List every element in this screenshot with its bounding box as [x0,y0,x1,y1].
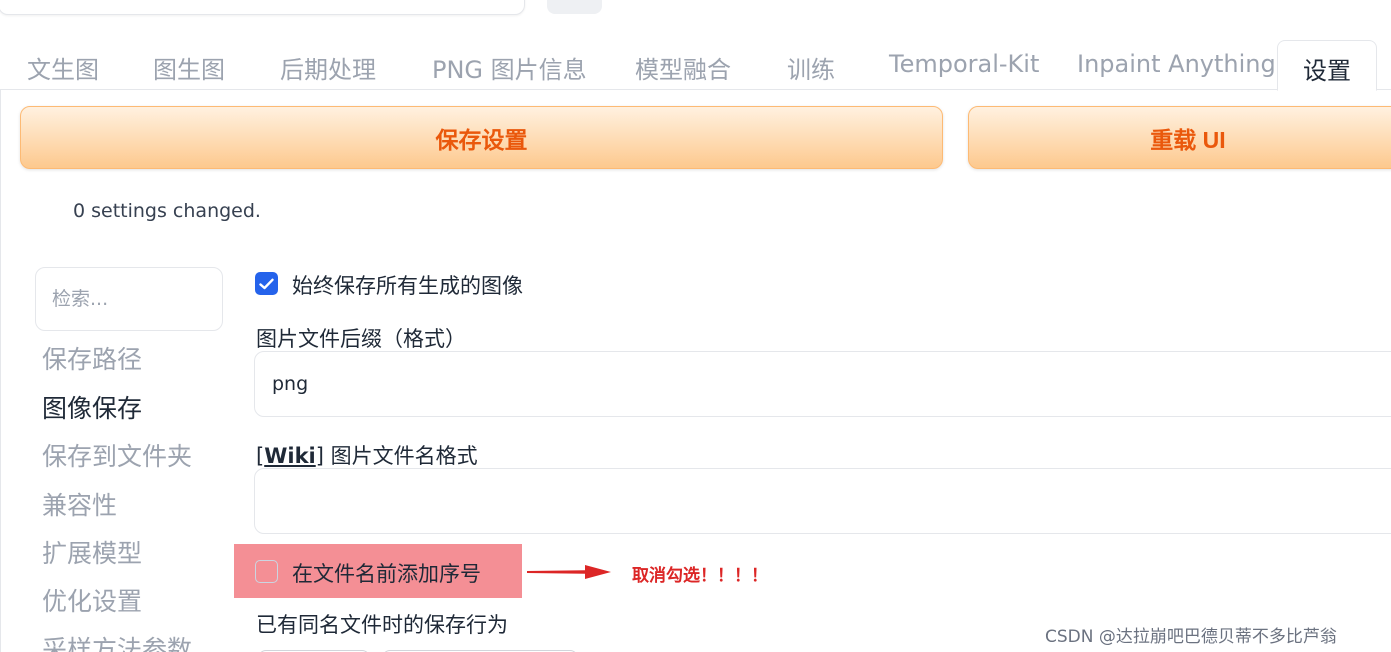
tab-settings[interactable]: 设置 [1277,40,1377,91]
sidebar-item-optimizations[interactable]: 优化设置 [42,582,142,618]
check-icon [259,278,274,289]
save-settings-button[interactable]: 保存设置 [20,106,943,169]
filename-pattern-label: [Wiki] 图片文件名格式 [256,440,478,470]
wiki-bracket-open: [ [256,444,265,468]
wiki-link[interactable]: Wiki [264,444,316,468]
tab-extras[interactable]: 后期处理 [280,50,376,85]
add-number-label: 在文件名前添加序号 [292,562,481,586]
save-all-images-label: 始终保存所有生成的图像 [292,274,523,298]
tab-inpaint-anything[interactable]: Inpaint Anything [1077,50,1276,78]
tab-png-info[interactable]: PNG 图片信息 [432,50,587,85]
wiki-bracket-close: ] [315,444,324,468]
reload-ui-button[interactable]: 重载 UI [968,106,1391,169]
sidebar-item-sampler-params[interactable]: 采样方法参数 [42,630,192,652]
sidebar-item-save-to-dirs[interactable]: 保存到文件夹 [42,437,192,473]
annotation-note: 取消勾选！！！！ [632,566,768,586]
sidebar-item-image-saving[interactable]: 图像保存 [42,389,142,425]
settings-search-input[interactable] [35,267,223,331]
arrow-icon [527,565,611,579]
add-number-checkbox[interactable] [255,560,278,583]
main-tab-bar: 文生图 图生图 后期处理 PNG 图片信息 模型融合 训练 Temporal-K… [0,40,1391,91]
tab-train[interactable]: 训练 [787,50,835,85]
tab-img2img[interactable]: 图生图 [153,50,225,85]
watermark-text: CSDN @达拉崩吧巴德贝蒂不多比芦翁 [1045,627,1337,647]
settings-changed-status: 0 settings changed. [73,200,261,222]
filename-pattern-text: 图片文件名格式 [330,444,478,468]
same-name-behavior-label: 已有同名文件时的保存行为 [256,613,508,637]
panel-border [0,90,1,652]
tab-temporal-kit[interactable]: Temporal-Kit [889,50,1039,78]
top-input-field[interactable] [0,0,525,15]
top-button[interactable] [547,0,602,14]
save-all-images-checkbox[interactable] [255,272,278,295]
filename-pattern-input[interactable] [254,468,1391,534]
tab-checkpoint-merger[interactable]: 模型融合 [635,50,731,85]
sidebar-item-save-paths[interactable]: 保存路径 [42,340,142,376]
file-suffix-input[interactable] [254,351,1391,417]
tab-txt2img[interactable]: 文生图 [27,50,99,85]
sidebar-item-extra-networks[interactable]: 扩展模型 [42,534,142,570]
file-suffix-label: 图片文件后缀（格式） [256,327,466,351]
sidebar-item-compatibility[interactable]: 兼容性 [42,486,117,522]
